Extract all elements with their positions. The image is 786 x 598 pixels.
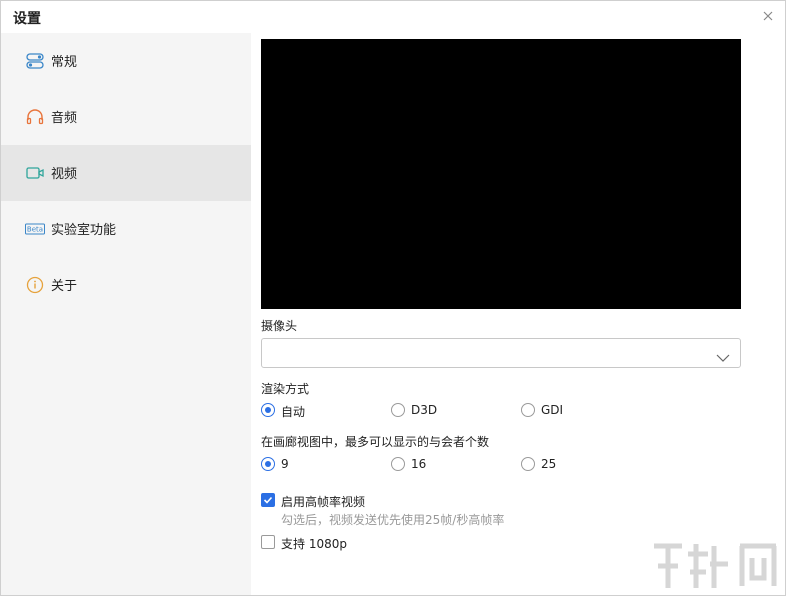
- beta-icon: Beta: [25, 219, 45, 239]
- sidebar-item-about[interactable]: 关于: [1, 257, 251, 313]
- render-d3d-radio[interactable]: [391, 403, 405, 417]
- chevron-down-icon: [716, 348, 730, 362]
- support-1080p-label: 支持 1080p: [281, 537, 347, 551]
- info-icon: [25, 275, 45, 295]
- camera-label: 摄像头: [261, 319, 298, 333]
- render-gdi-label: GDI: [541, 403, 564, 417]
- window-title: 设置: [13, 11, 41, 27]
- camera-select[interactable]: [261, 338, 741, 368]
- sidebar-item-lab[interactable]: Beta 实验室功能: [1, 201, 251, 257]
- render-d3d-label: D3D: [411, 403, 438, 417]
- render-label: 渲染方式: [261, 382, 310, 396]
- sidebar-item-label: 视频: [51, 167, 78, 182]
- sidebar: 常规 音频 视频 Beta 实验室功能 关于: [1, 33, 251, 595]
- title-bar: 设置: [1, 1, 785, 33]
- camera-preview: [261, 39, 741, 309]
- sidebar-item-audio[interactable]: 音频: [1, 89, 251, 145]
- render-gdi-radio[interactable]: [521, 403, 535, 417]
- camera-icon: [25, 163, 45, 183]
- sidebar-item-general[interactable]: 常规: [1, 33, 251, 89]
- high-fps-label: 启用高帧率视频: [281, 495, 366, 509]
- headphones-icon: [25, 107, 45, 127]
- support-1080p-checkbox[interactable]: [261, 535, 275, 549]
- settings-window: 设置 常规 音频 视频 Beta 实验室功能 关于 摄像头 渲染方式 自动 D3…: [0, 0, 786, 596]
- watermark-logo: [648, 538, 782, 594]
- check-icon: [263, 496, 273, 504]
- render-auto-radio[interactable]: [261, 403, 275, 417]
- gallery-9-label: 9: [281, 457, 289, 471]
- gallery-25-label: 25: [541, 457, 557, 471]
- high-fps-hint: 勾选后，视频发送优先使用25帧/秒高帧率: [281, 513, 505, 527]
- svg-text:Beta: Beta: [27, 226, 43, 234]
- sidebar-item-video[interactable]: 视频: [1, 145, 251, 201]
- gallery-25-radio[interactable]: [521, 457, 535, 471]
- gallery-16-radio[interactable]: [391, 457, 405, 471]
- sidebar-item-label: 关于: [51, 279, 78, 294]
- toggle-icon: [25, 51, 45, 71]
- sidebar-item-label: 常规: [51, 55, 78, 70]
- high-fps-checkbox[interactable]: [261, 493, 275, 507]
- gallery-16-label: 16: [411, 457, 427, 471]
- sidebar-item-label: 实验室功能: [51, 223, 117, 238]
- gallery-9-radio[interactable]: [261, 457, 275, 471]
- gallery-label: 在画廊视图中，最多可以显示的与会者个数: [261, 435, 490, 449]
- close-icon[interactable]: [759, 7, 777, 25]
- render-auto-label: 自动: [281, 405, 306, 419]
- video-settings-panel: 摄像头 渲染方式 自动 D3D GDI 在画廊视图中，最多可以显示的与会者个数 …: [251, 33, 785, 595]
- sidebar-item-label: 音频: [51, 111, 78, 126]
